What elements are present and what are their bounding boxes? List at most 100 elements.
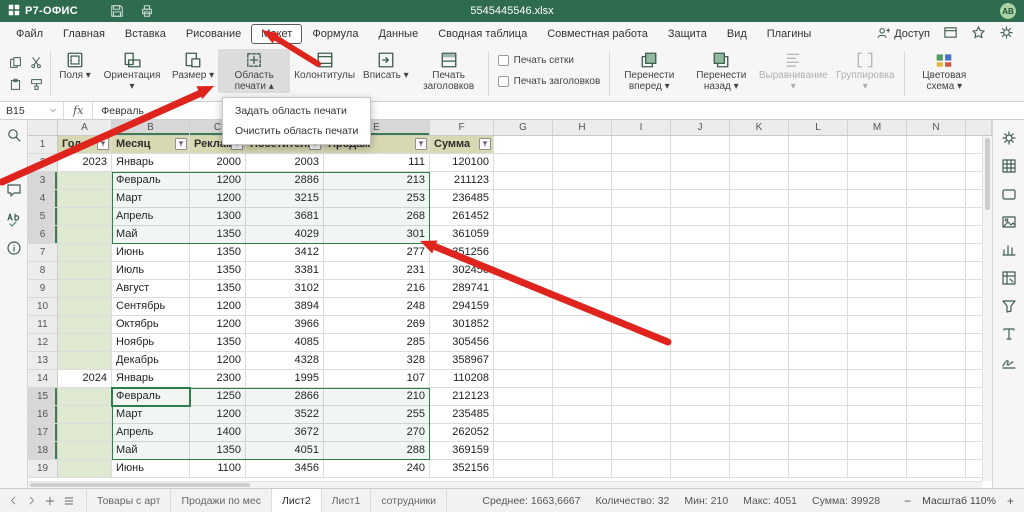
cell-A5[interactable] — [58, 208, 112, 226]
menu-tab-0[interactable]: Файл — [6, 24, 53, 44]
cell-I8[interactable] — [612, 262, 671, 280]
cell-L7[interactable] — [789, 244, 848, 262]
cell-A9[interactable] — [58, 280, 112, 298]
row-header-7[interactable]: 7 — [28, 244, 58, 262]
print-headings-checkbox[interactable]: Печать заголовков — [498, 76, 601, 87]
cell-L16[interactable] — [789, 406, 848, 424]
toolbar-button-print-titles[interactable]: Печать заголовков — [413, 49, 485, 93]
cell-G4[interactable] — [494, 190, 553, 208]
cell-H13[interactable] — [553, 352, 612, 370]
print-gridlines-checkbox[interactable]: Печать сетки — [498, 55, 601, 66]
cell-L5[interactable] — [789, 208, 848, 226]
cell-K3[interactable] — [730, 172, 789, 190]
toolbar-button-bring-forward[interactable]: Перенести вперед ▾ — [613, 49, 685, 93]
sheet-tab-4[interactable]: сотрудники — [371, 489, 447, 512]
cell-J1[interactable] — [671, 136, 730, 154]
cell-E5[interactable]: 268 — [324, 208, 430, 226]
cell-B11[interactable]: Октябрь — [112, 316, 190, 334]
cell-M19[interactable] — [848, 460, 907, 478]
cell-D16[interactable]: 3522 — [246, 406, 324, 424]
horizontal-scrollbar[interactable] — [28, 481, 982, 488]
sheet-tab-1[interactable]: Продажи по мес — [171, 489, 272, 512]
menu-tab-2[interactable]: Вставка — [115, 24, 176, 44]
cell-G14[interactable] — [494, 370, 553, 388]
cell-I3[interactable] — [612, 172, 671, 190]
cell-N16[interactable] — [907, 406, 966, 424]
shape-settings-icon[interactable] — [1001, 186, 1017, 202]
filter-button[interactable] — [415, 138, 427, 150]
cell-J18[interactable] — [671, 442, 730, 460]
format-painter-icon[interactable] — [26, 74, 46, 95]
cell-B9[interactable]: Август — [112, 280, 190, 298]
cell-A2[interactable]: 2023 — [58, 154, 112, 172]
cell-G9[interactable] — [494, 280, 553, 298]
cell-N7[interactable] — [907, 244, 966, 262]
cell-B8[interactable]: Июль — [112, 262, 190, 280]
column-header-G[interactable]: G — [494, 120, 553, 136]
cell-C15[interactable]: 1250 — [190, 388, 246, 406]
cell-A15[interactable] — [58, 388, 112, 406]
cell-I17[interactable] — [612, 424, 671, 442]
cell-B18[interactable]: Май — [112, 442, 190, 460]
cell-K7[interactable] — [730, 244, 789, 262]
cell-B2[interactable]: Январь — [112, 154, 190, 172]
cell-I5[interactable] — [612, 208, 671, 226]
cell-K11[interactable] — [730, 316, 789, 334]
cell-L19[interactable] — [789, 460, 848, 478]
cell-H3[interactable] — [553, 172, 612, 190]
cell-M2[interactable] — [848, 154, 907, 172]
cell-M13[interactable] — [848, 352, 907, 370]
row-header-14[interactable]: 14 — [28, 370, 58, 388]
cell-I14[interactable] — [612, 370, 671, 388]
cell-D3[interactable]: 2886 — [246, 172, 324, 190]
row-header-19[interactable]: 19 — [28, 460, 58, 478]
cell-E18[interactable]: 288 — [324, 442, 430, 460]
cell-I12[interactable] — [612, 334, 671, 352]
cell-M5[interactable] — [848, 208, 907, 226]
cell-I2[interactable] — [612, 154, 671, 172]
paste-icon[interactable] — [5, 74, 25, 95]
cell-K17[interactable] — [730, 424, 789, 442]
cell-L13[interactable] — [789, 352, 848, 370]
column-header-A[interactable]: A — [58, 120, 112, 136]
cell-G3[interactable] — [494, 172, 553, 190]
cell-settings-icon[interactable] — [1001, 130, 1017, 146]
cell-J8[interactable] — [671, 262, 730, 280]
cell-M9[interactable] — [848, 280, 907, 298]
cell-G12[interactable] — [494, 334, 553, 352]
cell-K18[interactable] — [730, 442, 789, 460]
cell-F1[interactable]: Сумма — [430, 136, 494, 154]
cell-D9[interactable]: 3102 — [246, 280, 324, 298]
cell-K14[interactable] — [730, 370, 789, 388]
cell-E10[interactable]: 248 — [324, 298, 430, 316]
cell-F19[interactable]: 352156 — [430, 460, 494, 478]
column-header-J[interactable]: J — [671, 120, 730, 136]
cell-N5[interactable] — [907, 208, 966, 226]
cell-L17[interactable] — [789, 424, 848, 442]
cell-H17[interactable] — [553, 424, 612, 442]
row-header-2[interactable]: 2 — [28, 154, 58, 172]
menu-tab-1[interactable]: Главная — [53, 24, 115, 44]
toolbar-button-headers-footers[interactable]: Колонтитулы — [290, 49, 359, 82]
select-all-corner[interactable] — [28, 120, 58, 136]
column-header-B[interactable]: B — [112, 120, 190, 136]
insert-function-button[interactable]: fx — [64, 102, 93, 119]
cell-K9[interactable] — [730, 280, 789, 298]
sheet-tab-3[interactable]: Лист1 — [322, 489, 372, 512]
cell-N6[interactable] — [907, 226, 966, 244]
cell-F9[interactable]: 289741 — [430, 280, 494, 298]
filter-button[interactable] — [97, 138, 109, 150]
cell-F7[interactable]: 351256 — [430, 244, 494, 262]
cell-C16[interactable]: 1200 — [190, 406, 246, 424]
cell-B12[interactable]: Ноябрь — [112, 334, 190, 352]
cell-J14[interactable] — [671, 370, 730, 388]
cell-D17[interactable]: 3672 — [246, 424, 324, 442]
cell-B16[interactable]: Март — [112, 406, 190, 424]
checkbox-box-icon[interactable] — [498, 55, 509, 66]
cell-L3[interactable] — [789, 172, 848, 190]
cell-A8[interactable] — [58, 262, 112, 280]
cell-F14[interactable]: 110208 — [430, 370, 494, 388]
cell-G7[interactable] — [494, 244, 553, 262]
cell-M17[interactable] — [848, 424, 907, 442]
spell-check-icon[interactable] — [6, 211, 22, 227]
